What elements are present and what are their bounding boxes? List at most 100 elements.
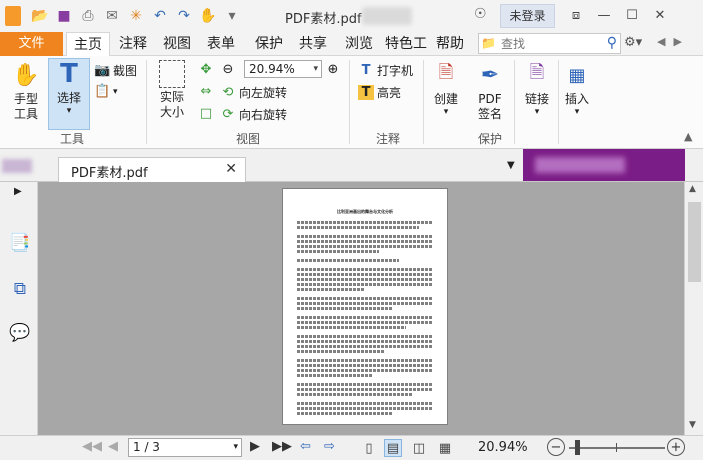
pdf-page[interactable]: 比利亚洲画出的舞台与文化分析: [282, 188, 448, 425]
tab-share[interactable]: 共享: [294, 32, 332, 56]
clipboard-button[interactable]: 📋 ▾: [94, 84, 118, 99]
zoom-select[interactable]: 20.94% ▾: [244, 60, 322, 78]
navigation-sidebar: ▶ 📑 ⧉ 💬: [0, 182, 38, 435]
zoom-out-icon[interactable]: −: [547, 438, 565, 456]
scroll-down-icon[interactable]: ▼: [689, 420, 696, 430]
undo-icon[interactable]: ↶: [150, 6, 170, 26]
login-button[interactable]: 未登录: [500, 4, 555, 28]
next-page-icon[interactable]: ▶: [250, 439, 260, 454]
text-line: [297, 240, 433, 243]
insert-button[interactable]: ▦ 插入 ▾: [560, 60, 594, 118]
document-view[interactable]: 比利亚洲画出的舞台与文化分析: [38, 182, 684, 435]
first-page-icon[interactable]: ◀◀: [82, 439, 102, 454]
tab-view[interactable]: 视图: [158, 32, 196, 56]
save-icon[interactable]: ■: [54, 6, 74, 26]
hand-tool-button[interactable]: ✋ 手型 工具: [6, 60, 46, 122]
ribbon-tabs: 文件 主页 注释 视图 表单 保护 共享 浏览 特色工 帮助 📁 ⚲ ⚙▾ ◀▶: [0, 32, 703, 57]
previous-page-icon[interactable]: ◀: [108, 439, 118, 454]
last-page-icon[interactable]: ▶▶: [272, 439, 292, 454]
document-tab[interactable]: PDF素材.pdf ✕: [58, 157, 246, 182]
create-button[interactable]: 🗎 创建 ▾: [428, 60, 464, 117]
search-box[interactable]: 📁 ⚲: [478, 33, 621, 54]
tab-features[interactable]: 特色工: [384, 32, 428, 56]
text-line: [297, 364, 433, 367]
typewriter-label: 打字机: [377, 64, 414, 78]
tab-protect[interactable]: 保护: [250, 32, 288, 56]
collapse-ribbon-icon[interactable]: ▲: [684, 130, 692, 143]
text-line: [297, 383, 433, 386]
bookmark-icon[interactable]: 📑: [9, 232, 31, 254]
scroll-up-icon[interactable]: ▲: [689, 184, 696, 194]
zoom-in-icon[interactable]: +: [667, 438, 685, 456]
tab-scroll-arrows-icon[interactable]: ◀▶: [657, 35, 690, 48]
tab-comment[interactable]: 注释: [114, 32, 152, 56]
fit-page-button[interactable]: ✥: [198, 62, 214, 77]
actual-size-button[interactable]: 实际 大小: [152, 60, 192, 120]
search-icon[interactable]: ⚲: [607, 35, 617, 51]
comments-icon[interactable]: 💬: [9, 322, 31, 344]
protect-group-label: 保护: [478, 132, 503, 146]
search-input[interactable]: [501, 36, 596, 51]
group-separator: [349, 60, 350, 144]
tab-home[interactable]: 主页: [66, 32, 110, 57]
print-icon[interactable]: ⎙: [78, 6, 98, 26]
zoom-out-button[interactable]: ⊖: [220, 62, 236, 77]
text-line: [297, 359, 433, 362]
expand-sidebar-icon[interactable]: ▶: [14, 186, 22, 197]
customize-dropdown-icon[interactable]: ▾: [222, 6, 242, 26]
email-icon[interactable]: ✉: [102, 6, 122, 26]
create-doc-icon: 🗎: [438, 62, 454, 83]
zoom-slider-knob[interactable]: [575, 440, 580, 455]
continuous-facing-icon[interactable]: ▦: [436, 439, 454, 457]
gear-icon[interactable]: ⚙▾: [624, 35, 642, 50]
hand-icon[interactable]: ✋: [198, 6, 218, 26]
previous-view-icon[interactable]: ⇦: [300, 439, 311, 454]
page-number-select[interactable]: 1 / 3 ▾: [128, 438, 242, 457]
next-view-icon[interactable]: ⇨: [324, 439, 335, 454]
rotate-left-button[interactable]: ⟲ 向左旋转: [220, 84, 287, 101]
link-button[interactable]: 🗎 链接 ▾: [518, 60, 556, 117]
typewriter-button[interactable]: T 打字机: [358, 62, 413, 79]
fit-width-button[interactable]: ⇔: [198, 84, 214, 99]
single-page-icon[interactable]: ▯: [360, 439, 378, 457]
zoom-in-button[interactable]: ⊕: [325, 62, 341, 77]
fit-visible-button[interactable]: □: [198, 106, 214, 121]
pages-thumbnails-icon[interactable]: ⧉: [9, 278, 31, 300]
tab-form[interactable]: 表单: [202, 32, 240, 56]
page-title: 比利亚洲画出的舞台与文化分析: [337, 209, 393, 214]
screenshot-button[interactable]: 📷 截图: [94, 62, 137, 79]
tab-browse[interactable]: 浏览: [340, 32, 378, 56]
view-group-label: 视图: [236, 132, 261, 146]
pdf-sign-button[interactable]: ✒ PDF 签名: [470, 60, 510, 122]
redo-icon[interactable]: ↷: [174, 6, 194, 26]
text-line: [297, 335, 433, 338]
tools-group-label: 工具: [60, 132, 85, 146]
folder-open-icon[interactable]: 📂: [30, 6, 50, 26]
scrollbar-thumb[interactable]: [688, 202, 701, 282]
typewriter-icon: T: [361, 63, 371, 78]
skin-icon[interactable]: ☉: [474, 6, 492, 24]
minimize-icon[interactable]: —: [590, 4, 618, 26]
tab-list-dropdown-icon[interactable]: ▼: [507, 160, 515, 171]
promo-banner[interactable]: [523, 149, 685, 181]
tab-help[interactable]: 帮助: [432, 32, 468, 56]
rotate-right-button[interactable]: ⟳ 向右旋转: [220, 106, 287, 123]
continuous-page-icon[interactable]: ▤: [384, 439, 402, 457]
facing-pages-icon[interactable]: ◫: [410, 439, 428, 457]
rotate-left-icon: ⟲: [222, 85, 234, 100]
highlight-button[interactable]: T 高亮: [358, 84, 401, 101]
vertical-scrollbar[interactable]: ▲ ▼: [684, 182, 703, 435]
blurred-area: [2, 159, 32, 173]
restore-small-icon[interactable]: ⧈: [562, 4, 590, 26]
close-icon[interactable]: ✕: [646, 4, 674, 26]
maximize-icon[interactable]: ☐: [618, 4, 646, 26]
select-cursor-icon: T: [60, 59, 78, 89]
chevron-down-icon: ▾: [113, 86, 118, 97]
select-tool-button[interactable]: T 选择 ▾: [48, 58, 90, 130]
tab-file[interactable]: 文件: [0, 32, 63, 56]
zoom-slider[interactable]: [569, 440, 665, 455]
new-star-icon[interactable]: ✳: [126, 6, 146, 26]
group-separator: [146, 60, 147, 144]
close-tab-icon[interactable]: ✕: [225, 161, 237, 177]
create-label: 创建: [433, 92, 458, 106]
